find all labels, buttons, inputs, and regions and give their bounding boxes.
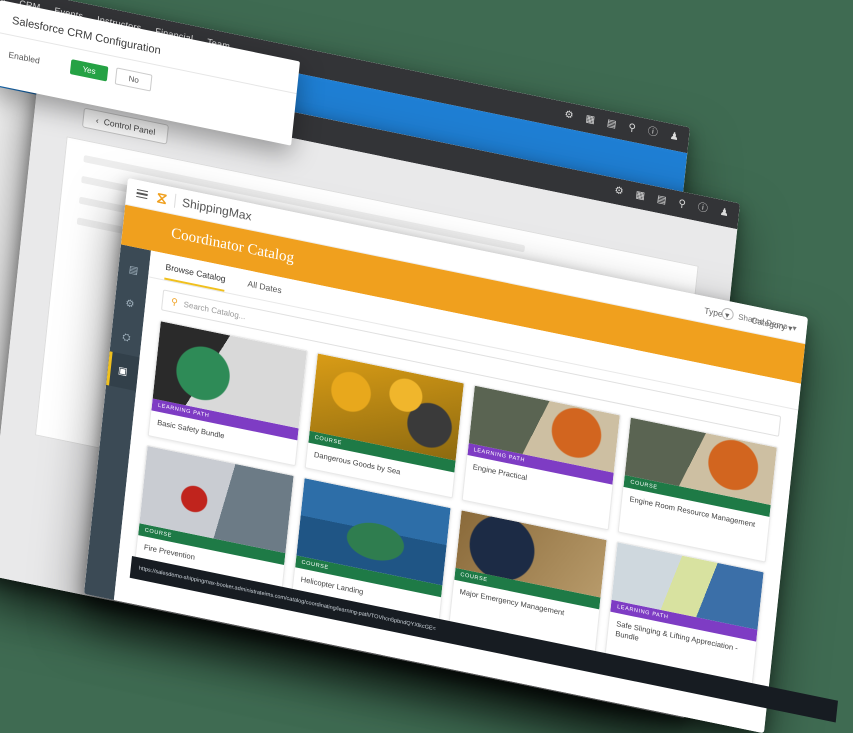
catalog-card[interactable]: Learning Path Engine Practical (461, 384, 622, 531)
search-icon[interactable]: ⚲ (678, 198, 686, 210)
enabled-label: Enabled (8, 48, 41, 66)
gear-icon[interactable]: ⚙ (614, 185, 624, 198)
catalog-card[interactable]: Course Engine Room Resource Management (617, 416, 778, 563)
catalog-card[interactable]: Course Dangerous Goods by Sea (304, 352, 465, 499)
yes-button[interactable]: Yes (69, 59, 109, 82)
book-icon[interactable]: ▤ (656, 194, 667, 207)
catalog-icon: ▣ (117, 364, 129, 378)
tab-all-dates[interactable]: All Dates (246, 278, 282, 303)
search-icon: ⚲ (170, 296, 179, 308)
chevron-left-icon: ‹ (95, 115, 100, 126)
logo-divider (173, 193, 176, 208)
no-button[interactable]: No (114, 67, 153, 92)
window-icon[interactable]: ▦ (585, 113, 596, 126)
shippingmax-logo-icon: ⧖ (155, 188, 169, 208)
window-icon[interactable]: ▦ (635, 189, 646, 202)
gear-icon: ⚙ (124, 297, 136, 311)
gear-icon[interactable]: ⚙ (564, 109, 574, 122)
sidebar-item-catalog[interactable]: ▣ (106, 351, 140, 392)
catalog-card[interactable]: Learning Path Basic Safety Bundle (147, 320, 308, 467)
book-icon[interactable]: ▤ (606, 118, 617, 131)
presentation-icon: ▤ (128, 263, 139, 277)
control-panel-label: Control Panel (103, 116, 156, 138)
user-icon[interactable]: ♟ (669, 131, 679, 144)
user-icon[interactable]: ♟ (719, 207, 729, 220)
help-icon[interactable]: ⓘ (697, 202, 708, 215)
help-icon[interactable]: ⓘ (647, 126, 658, 139)
people-icon: ⛭ (121, 331, 131, 344)
tab-browse-catalog[interactable]: Browse Catalog (164, 261, 227, 292)
screenshot-stage: ⌂ CRM Events Instructors Financial Team … (0, 0, 853, 733)
hamburger-icon[interactable] (136, 188, 149, 200)
search-icon[interactable]: ⚲ (628, 122, 636, 134)
chevron-down-icon: ▾ (724, 309, 730, 321)
